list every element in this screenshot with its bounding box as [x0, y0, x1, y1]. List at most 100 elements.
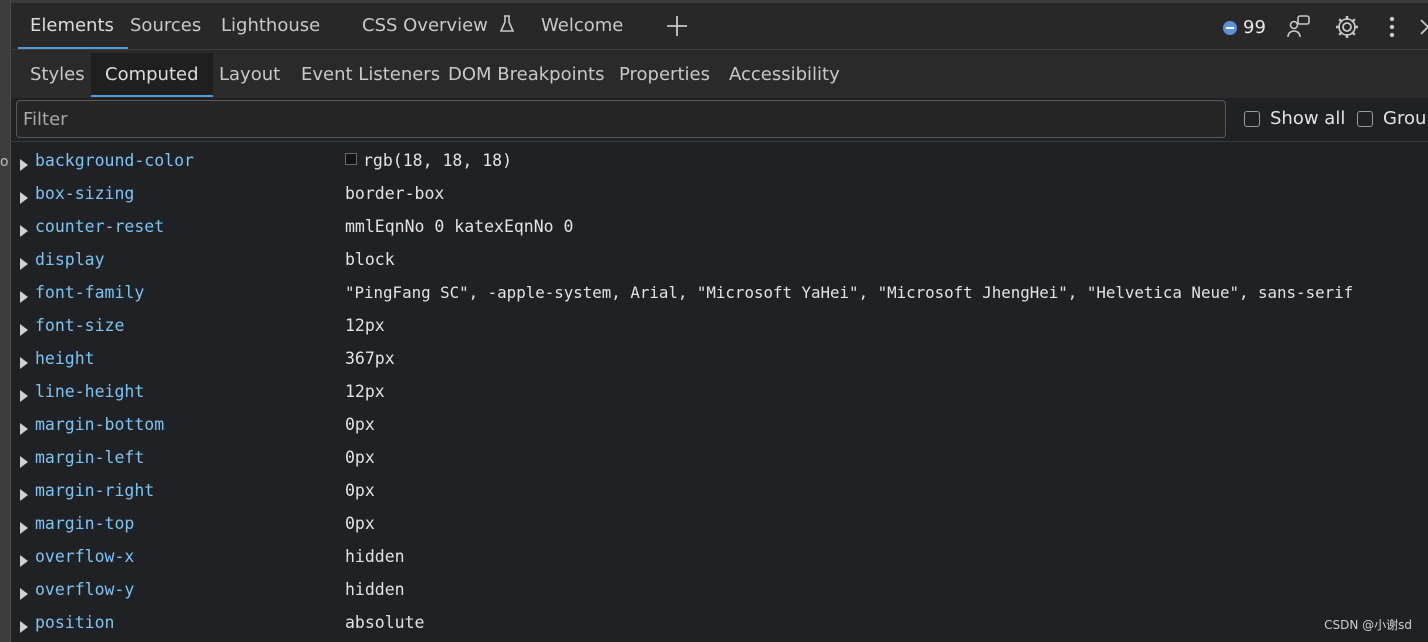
expand-arrow-icon[interactable]	[20, 621, 28, 633]
expand-arrow-icon[interactable]	[20, 192, 28, 204]
group-toggle[interactable]: Group	[1357, 108, 1428, 129]
tab-layout[interactable]: Layout	[219, 53, 280, 97]
issues-count: 99	[1243, 17, 1266, 38]
property-name: margin-top	[35, 514, 135, 533]
property-row[interactable]: margin-left 0px	[11, 442, 1428, 475]
tab-welcome-label: Welcome	[541, 15, 624, 36]
tab-lighthouse[interactable]: Lighthouse	[221, 3, 320, 49]
property-row[interactable]: overflow-y hidden	[11, 574, 1428, 607]
property-name: overflow-y	[35, 580, 135, 599]
property-name: position	[35, 613, 115, 632]
property-name: counter-reset	[35, 217, 165, 236]
property-name: height	[35, 349, 95, 368]
tab-layout-label: Layout	[219, 64, 281, 85]
property-value: 12px	[345, 382, 385, 401]
tab-event-listeners-label: Event Listeners	[301, 64, 441, 85]
property-value: "PingFang SC", -apple-system, Arial, "Mi…	[345, 283, 1354, 302]
property-row[interactable]: box-sizing border-box	[11, 178, 1428, 211]
property-row[interactable]: height 367px	[11, 343, 1428, 376]
show-all-label: Show all	[1270, 108, 1346, 129]
expand-arrow-icon[interactable]	[20, 225, 28, 237]
property-name: overflow-x	[35, 547, 135, 566]
property-value: 0px	[345, 415, 375, 434]
more-options-button[interactable]	[1388, 14, 1396, 44]
expand-arrow-icon[interactable]	[20, 555, 28, 567]
tab-computed-label: Computed	[105, 64, 199, 85]
tab-accessibility-label: Accessibility	[729, 64, 840, 85]
expand-arrow-icon[interactable]	[20, 390, 28, 402]
expand-arrow-icon[interactable]	[20, 291, 28, 303]
show-all-checkbox[interactable]	[1244, 110, 1260, 127]
tab-accessibility[interactable]: Accessibility	[729, 53, 840, 97]
expand-arrow-icon[interactable]	[20, 489, 28, 501]
property-name: line-height	[35, 382, 145, 401]
property-name: box-sizing	[35, 184, 135, 203]
plus-icon	[667, 16, 687, 36]
property-value: mmlEqnNo 0 katexEqnNo 0	[345, 217, 574, 236]
filter-input[interactable]	[16, 100, 1226, 138]
tab-css-overview[interactable]: CSS Overview	[362, 3, 514, 49]
property-value: border-box	[345, 184, 445, 203]
property-row[interactable]: overflow-x hidden	[11, 541, 1428, 574]
flask-icon	[499, 5, 514, 51]
property-row[interactable]: margin-bottom 0px	[11, 409, 1428, 442]
people-button[interactable]	[1286, 14, 1312, 44]
property-row[interactable]: display block	[11, 244, 1428, 277]
add-tab-button[interactable]	[665, 14, 689, 42]
watermark: CSDN @小谢sd	[1324, 618, 1412, 632]
tab-styles[interactable]: Styles	[30, 53, 85, 97]
tab-properties-label: Properties	[619, 64, 710, 85]
property-value: block	[345, 250, 395, 269]
tab-lighthouse-label: Lighthouse	[221, 15, 321, 36]
color-swatch[interactable]	[345, 153, 357, 165]
expand-arrow-icon[interactable]	[20, 522, 28, 534]
expand-arrow-icon[interactable]	[20, 258, 28, 270]
sidebar-tab-bar: Styles Computed Layout Event Listeners D…	[11, 50, 1428, 98]
property-name: font-family	[35, 283, 145, 302]
expand-arrow-icon[interactable]	[20, 357, 28, 369]
tab-event-listeners[interactable]: Event Listeners	[301, 53, 440, 97]
tab-css-overview-label: CSS Overview	[362, 15, 488, 36]
expand-arrow-icon[interactable]	[20, 324, 28, 336]
people-icon	[1287, 15, 1310, 38]
tab-welcome[interactable]: Welcome	[541, 3, 623, 49]
property-name: font-size	[35, 316, 125, 335]
property-value: rgb(18, 18, 18)	[363, 151, 513, 170]
gutter-glyph: o	[0, 154, 9, 170]
left-gutter: o	[0, 0, 11, 642]
property-name: margin-left	[35, 448, 145, 467]
property-row[interactable]: font-family "PingFang SC", -apple-system…	[11, 277, 1428, 310]
tab-elements-label: Elements	[30, 15, 114, 36]
tab-elements[interactable]: Elements	[18, 3, 128, 49]
close-devtools-button[interactable]	[1419, 18, 1428, 40]
property-row[interactable]: background-color rgb(18, 18, 18)	[11, 145, 1428, 178]
expand-arrow-icon[interactable]	[20, 423, 28, 435]
expand-arrow-icon[interactable]	[20, 159, 28, 171]
property-row[interactable]: margin-right 0px	[11, 475, 1428, 508]
tab-properties[interactable]: Properties	[619, 53, 710, 97]
expand-arrow-icon[interactable]	[20, 456, 28, 468]
issues-button[interactable]: 99	[1223, 17, 1266, 38]
property-row[interactable]: line-height 12px	[11, 376, 1428, 409]
group-checkbox[interactable]	[1357, 110, 1373, 127]
property-value: absolute	[345, 613, 425, 632]
tab-sources[interactable]: Sources	[130, 3, 201, 49]
gear-icon	[1336, 16, 1358, 38]
property-row[interactable]: font-size 12px	[11, 310, 1428, 343]
tab-sources-label: Sources	[130, 15, 202, 36]
property-row[interactable]: position absolute	[11, 607, 1428, 640]
property-row[interactable]: counter-reset mmlEqnNo 0 katexEqnNo 0	[11, 211, 1428, 244]
property-name: margin-bottom	[35, 415, 165, 434]
settings-button[interactable]	[1334, 14, 1360, 44]
tab-computed[interactable]: Computed	[91, 53, 213, 97]
message-bubble-icon	[1223, 20, 1237, 35]
close-icon	[1420, 19, 1428, 35]
tab-dom-breakpoints[interactable]: DOM Breakpoints	[448, 53, 604, 97]
show-all-toggle[interactable]: Show all	[1244, 108, 1345, 129]
expand-arrow-icon[interactable]	[20, 588, 28, 600]
property-name: background-color	[35, 151, 194, 170]
property-name: display	[35, 250, 105, 269]
kebab-icon	[1389, 16, 1395, 38]
property-row[interactable]: margin-top 0px	[11, 508, 1428, 541]
group-label: Group	[1383, 108, 1428, 129]
